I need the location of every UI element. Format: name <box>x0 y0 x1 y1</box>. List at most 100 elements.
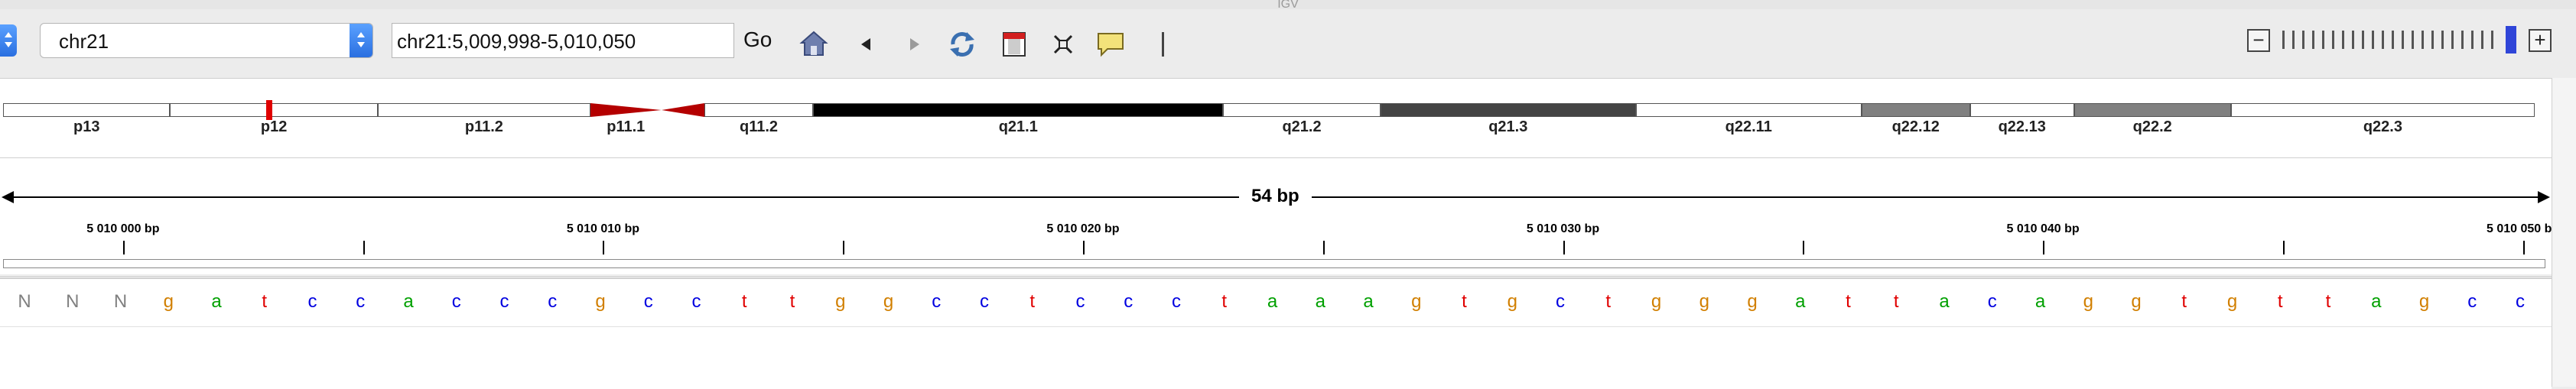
sequence-base: t <box>2325 291 2331 312</box>
sequence-base: c <box>1075 291 1085 312</box>
sequence-base: g <box>1507 291 1517 312</box>
region-of-interest-icon[interactable] <box>999 29 1029 60</box>
chromosome-ideogram[interactable] <box>3 100 2552 120</box>
cytoband[interactable] <box>813 103 1224 117</box>
ruler-tick-label: 5 010 050 bp <box>2487 222 2560 235</box>
centromere-p <box>590 103 662 117</box>
toolbar: chr21 chr21:5,009,998-5,010,050 Go − + <box>0 9 2576 79</box>
zoom-tick <box>2402 31 2404 49</box>
sequence-base: t <box>1221 291 1228 312</box>
cytoband[interactable] <box>170 103 378 117</box>
zoom-slider-thumb[interactable] <box>2506 26 2516 53</box>
cytoband[interactable] <box>377 103 590 117</box>
cytoband[interactable] <box>1969 103 2074 117</box>
go-button[interactable]: Go <box>743 28 772 52</box>
sequence-base: c <box>980 291 989 312</box>
zoom-slider[interactable] <box>2282 31 2512 53</box>
cytoband-label: q22.13 <box>1998 118 2046 135</box>
cytoband-label: p11.1 <box>607 118 646 135</box>
sequence-base: g <box>1411 291 1422 312</box>
genome-dropdown-stepper[interactable] <box>0 24 17 57</box>
sequence-base: c <box>643 291 653 312</box>
zoom-tick <box>2392 31 2394 49</box>
zoom-tick <box>2332 31 2334 49</box>
zoom-tick <box>2422 31 2424 49</box>
sequence-base: a <box>2371 291 2382 312</box>
ruler-major-tick <box>1082 241 1085 254</box>
sequence-base: g <box>2131 291 2142 312</box>
cytoband[interactable] <box>2073 103 2231 117</box>
ruler-minor-tick <box>1803 241 1805 254</box>
popup-text-icon[interactable] <box>1095 29 1126 60</box>
sequence-base: t <box>1605 291 1612 312</box>
zoom-tick <box>2481 31 2483 49</box>
sequence-base: c <box>451 291 461 312</box>
sequence-base: g <box>2083 291 2093 312</box>
sequence-base: g <box>2226 291 2238 312</box>
ruler-tick-label: 5 010 020 bp <box>1046 222 1120 235</box>
chromosome-dropdown[interactable]: chr21 <box>40 23 373 58</box>
sequence-base: t <box>1893 291 1899 312</box>
cytoband[interactable] <box>2230 103 2535 117</box>
zoom-tick <box>2292 31 2295 49</box>
ruler-right-arrow-icon <box>2538 191 2550 203</box>
refresh-icon[interactable] <box>947 29 977 60</box>
sequence-base: a <box>2034 291 2046 312</box>
zoom-tick <box>2412 31 2414 49</box>
sequence-base: N <box>18 291 31 312</box>
sequence-base: c <box>356 291 366 312</box>
cytoband-label: q22.12 <box>1891 118 1940 135</box>
cytoband[interactable] <box>1861 103 1970 117</box>
centromere-q <box>661 103 704 117</box>
sequence-base: c <box>1987 291 1997 312</box>
sequence-base: c <box>1556 291 1565 312</box>
zoom-in-button[interactable]: + <box>2529 29 2552 52</box>
sequence-base: a <box>1363 291 1374 312</box>
cytoband-label: q11.2 <box>740 118 779 135</box>
cytoband[interactable] <box>1223 103 1381 117</box>
sequence-base: g <box>835 291 846 312</box>
cytoband-label: q21.1 <box>998 118 1038 135</box>
resize-to-window-icon[interactable] <box>1048 29 1078 60</box>
ruler-major-tick <box>603 241 605 254</box>
back-arrow-icon[interactable] <box>851 29 881 60</box>
sequence-base: a <box>211 291 222 312</box>
cytoband-label: q22.2 <box>2132 118 2172 135</box>
zoom-tick <box>2362 31 2364 49</box>
ruler-left-arrow-icon <box>2 191 14 203</box>
sequence-base: c <box>1172 291 1181 312</box>
sequence-base: t <box>789 291 795 312</box>
ruler-minor-tick <box>1322 241 1325 254</box>
home-icon[interactable] <box>798 29 829 60</box>
sequence-base: g <box>595 291 606 312</box>
zoom-tick <box>2431 31 2434 49</box>
ruler-tick-label: 5 010 010 bp <box>566 222 640 235</box>
ruler-major-tick <box>122 241 125 254</box>
vertical-scrollbar[interactable] <box>2552 78 2576 387</box>
cytoband[interactable] <box>1635 103 1862 117</box>
zoom-tick <box>2451 31 2454 49</box>
ruler-range-bar <box>3 259 2545 268</box>
ruler-panel[interactable]: 54 bp 5 010 000 bp 5 010 010 bp 5 010 020 … <box>0 157 2559 274</box>
ruler-tick-label: 5 010 000 bp <box>86 222 160 235</box>
ideogram-panel[interactable]: p13 p12 p11.2 p11.1 q11.2 q21.1 q21.2 q21.3 q22.… <box>0 78 2552 158</box>
sequence-base: c <box>2516 291 2525 312</box>
zoom-out-button[interactable]: − <box>2247 29 2270 52</box>
cytoband[interactable] <box>1380 103 1636 117</box>
ruler-span-label: 54 bp <box>1239 186 1312 207</box>
track-divider <box>0 326 2552 327</box>
ruler-tick-label: 5 010 030 bp <box>1526 222 1600 235</box>
chromosome-dropdown-stepper[interactable] <box>350 24 372 57</box>
ruler-major-tick <box>1563 241 1565 254</box>
sequence-track-panel[interactable]: N N Ng a t c c a c c c g c c t t g g c c t c c c t a a a g t g c t g g g a t t… <box>0 277 2573 389</box>
sequence-base: N <box>66 291 80 312</box>
zoom-tick <box>2342 31 2344 49</box>
sequence-base: c <box>307 291 317 312</box>
locus-input[interactable]: chr21:5,009,998-5,010,050 <box>392 23 734 58</box>
zoom-tick <box>2372 31 2374 49</box>
cytoband-label: p11.2 <box>464 118 503 135</box>
cytoband[interactable] <box>3 103 171 117</box>
forward-arrow-icon[interactable] <box>899 29 930 60</box>
sequence-base: g <box>1699 291 1709 312</box>
cytoband[interactable] <box>704 103 814 117</box>
